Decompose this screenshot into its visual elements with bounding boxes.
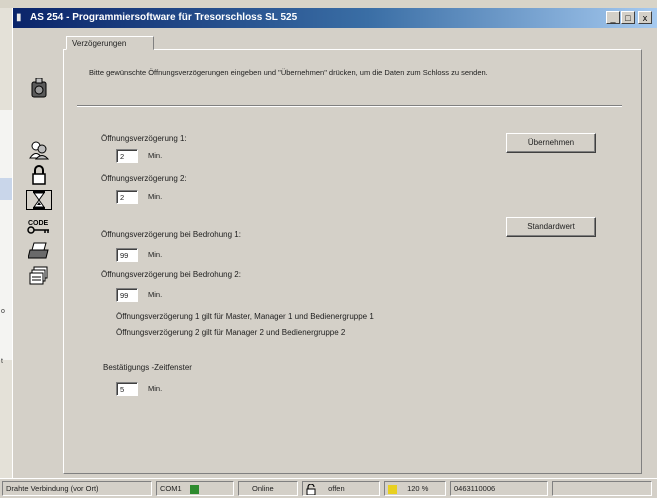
- status-percent-label: 120 %: [407, 484, 429, 493]
- instruction-text: Bitte gewünschte Öffnungsverzögerungen e…: [89, 68, 488, 77]
- apply-button[interactable]: Übernehmen: [506, 133, 596, 153]
- connection-icon[interactable]: [26, 78, 52, 98]
- lock-state-icon: [306, 482, 318, 495]
- status-port-label: COM1: [160, 484, 182, 493]
- battery-icon: [388, 484, 397, 494]
- threat1-input[interactable]: 99: [116, 248, 138, 262]
- status-port: COM1: [156, 481, 234, 496]
- confirm-window-unit: Min.: [148, 384, 163, 393]
- minimize-button[interactable]: _: [606, 11, 620, 24]
- title-bar[interactable]: ▮ AS 254 - Programmiersoftware für Treso…: [13, 8, 657, 28]
- status-connection: Drahte Verbindung (vor Ort): [2, 481, 152, 496]
- threat2-label: Öffnungsverzögerung bei Bedrohung 2:: [101, 270, 241, 279]
- delay2-input[interactable]: 2: [116, 190, 138, 204]
- background-window-strip: [0, 0, 657, 8]
- note-delay1: Öffnungsverzögerung 1 gilt für Master, M…: [116, 312, 374, 321]
- threat1-label: Öffnungsverzögerung bei Bedrohung 1:: [101, 230, 241, 239]
- archive-icon[interactable]: [26, 266, 52, 286]
- lock-icon[interactable]: [26, 165, 52, 185]
- status-empty: [552, 481, 652, 496]
- delay2-unit: Min.: [148, 192, 163, 201]
- status-percent: 120 %: [384, 481, 446, 496]
- users-icon[interactable]: [26, 140, 52, 160]
- status-lock-label: offen: [328, 484, 345, 493]
- delay2-label: Öffnungsverzögerung 2:: [101, 174, 187, 183]
- confirm-window-input[interactable]: 5: [116, 382, 138, 396]
- status-online-label: Online: [252, 484, 274, 493]
- delay1-input[interactable]: 2: [116, 149, 138, 163]
- status-lock: offen: [302, 481, 380, 496]
- svg-text:CODE: CODE: [28, 220, 49, 227]
- default-value-button[interactable]: Standardwert: [506, 217, 596, 237]
- app-icon: ▮: [16, 12, 22, 23]
- status-bar: Drahte Verbindung (vor Ort) COM1 Online …: [0, 478, 657, 498]
- threat1-unit: Min.: [148, 250, 163, 259]
- delay1-unit: Min.: [148, 151, 163, 160]
- main-window: ▮ AS 254 - Programmiersoftware für Treso…: [12, 8, 657, 497]
- hourglass-icon[interactable]: [26, 190, 52, 210]
- close-button[interactable]: x: [638, 11, 652, 24]
- note-delay2: Öffnungsverzögerung 2 gilt für Manager 2…: [116, 328, 346, 337]
- threat2-unit: Min.: [148, 290, 163, 299]
- window-title: AS 254 - Programmiersoftware für Tresors…: [30, 12, 298, 23]
- tab-panel: [63, 49, 642, 474]
- tab-verzoegerungen[interactable]: Verzögerungen: [66, 36, 154, 50]
- port-led-icon: [189, 484, 199, 494]
- separator: [77, 105, 622, 107]
- delay1-label: Öffnungsverzögerung 1:: [101, 134, 187, 143]
- status-online: Online: [238, 481, 298, 496]
- threat2-input[interactable]: 99: [116, 288, 138, 302]
- confirm-window-label: Bestätigungs -Zeitfenster: [103, 363, 192, 372]
- background-window-text: t: [1, 358, 3, 365]
- code-key-icon[interactable]: CODE: [26, 216, 52, 236]
- status-serial: 0463110006: [450, 481, 548, 496]
- maximize-button[interactable]: □: [621, 11, 635, 24]
- background-window-text: o: [1, 308, 5, 315]
- printer-icon[interactable]: [26, 241, 52, 261]
